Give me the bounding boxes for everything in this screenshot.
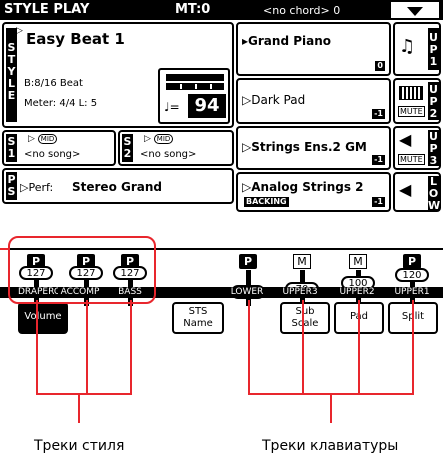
volume-fader[interactable]: 120 [395,268,429,282]
header-bar: STYLE PLAY MT:0 <no chord> 0 [0,0,443,20]
octave-badge: -1 [372,155,385,165]
tempo-symbol: ♩= [164,100,180,114]
style-name: Easy Beat 1 [26,30,125,48]
perf-vertical-label: PS [6,172,17,200]
callout-tick [0,248,9,250]
upper3-track-button[interactable]: ◀ MUTE UP3 [393,126,441,170]
channel-label: LOWER [225,287,269,298]
style-tracks-highlight [8,236,156,304]
song-slot-label: S1 [6,134,17,162]
perf-name: Stereo Grand [72,180,162,194]
tab-sts-name[interactable]: STS Name [172,302,224,334]
callout-line [36,300,38,395]
callout-line [358,300,360,395]
octave-badge: -1 [372,109,385,119]
style-meter: Meter: 4/4 L: 5 [24,98,98,109]
performance-panel[interactable]: PS ▷Perf: Stereo Grand [2,168,234,204]
song-slot-label: S2 [122,134,133,162]
sound-name: ▸Grand Piano [242,34,331,48]
speaker-icon: ◀ [399,130,412,149]
caption-style-tracks: Треки стиля [34,438,125,454]
beat-indicator [166,74,224,81]
style-beat: B:8/16 Beat [24,78,83,89]
play-arrow-icon: ▷ [16,26,23,36]
callout-line [330,393,332,423]
channel-label: UPPER1 [390,287,434,298]
page-title: STYLE PLAY [4,2,90,17]
play-mode-badge[interactable]: P [239,254,257,269]
mute-mode-badge[interactable]: M [349,254,367,269]
sound-name: ▷Dark Pad [242,93,306,107]
track-label-up2: UP2 [428,82,439,120]
song-slot-2[interactable]: S2 ▷ MID <no song> [118,130,234,166]
callout-line [36,393,132,395]
upper2-track-button[interactable]: MUTE UP2 [393,78,441,124]
lower-track-button[interactable]: ◀ LOW [393,172,441,212]
octave-badge: 0 [375,61,385,71]
tab-sub-scale[interactable]: Sub Scale [280,302,330,334]
track-label-low: LOW [428,175,441,212]
callout-line [130,300,132,395]
song-label: <no song> [24,149,81,160]
beat-indicator-2 [166,83,224,90]
sound-upper1[interactable]: ▸Grand Piano 0 [236,22,391,76]
chevron-down-icon [407,7,423,16]
style-panel[interactable]: STYLE ▷ Easy Beat 1 B:8/16 Beat Meter: 4… [2,22,234,128]
callout-line [78,393,80,423]
octave-badge: -1 [372,197,385,207]
callout-line [86,300,88,395]
channel-label: UPPER3 [278,287,322,298]
mute-mode-badge[interactable]: M [293,254,311,269]
callout-line [248,300,250,395]
chord-readout: <no chord> 0 [263,4,341,17]
style-vertical-label: STYLE [6,28,17,122]
mute-label: MUTE [398,106,425,117]
tempo-box[interactable]: ♩= 94 [158,68,230,124]
callout-line [302,300,304,395]
song-label: <no song> [140,149,197,160]
perf-label: ▷Perf: [20,181,54,194]
track-label-up3: UP3 [428,130,439,167]
sound-name: ▷Strings Ens.2 GM [242,140,367,154]
mute-label: MUTE [398,154,425,165]
play-mode-badge[interactable]: P [403,254,421,269]
sound-lower[interactable]: ▷Analog Strings 2 BACKING -1 [236,172,391,212]
speaker-icon: ◀ [399,180,412,199]
song-slot-1[interactable]: S1 ▷ MID <no song> [2,130,116,166]
sound-upper2[interactable]: ▷Dark Pad -1 [236,78,391,124]
sound-upper3[interactable]: ▷Strings Ens.2 GM -1 [236,126,391,170]
sound-name: ▷Analog Strings 2 [242,180,364,194]
tab-volume[interactable]: Volume [18,302,68,334]
piano-icon: ♫ [399,36,416,57]
channel-label: UPPER2 [335,287,379,298]
mt-indicator: MT:0 [175,2,211,17]
midi-icon: ▷ MID [144,134,174,144]
page-menu-button[interactable] [390,1,440,19]
track-label-up1: UP1 [428,28,439,70]
callout-line [412,300,414,395]
upper1-track-button[interactable]: ♫ UP1 [393,22,441,76]
midi-icon: ▷ MID [28,134,58,144]
caption-keyboard-tracks: Треки клавиатуры [262,438,399,454]
backing-badge: BACKING [244,197,289,207]
keyboard-icon [399,86,423,100]
tempo-value: 94 [188,94,226,118]
